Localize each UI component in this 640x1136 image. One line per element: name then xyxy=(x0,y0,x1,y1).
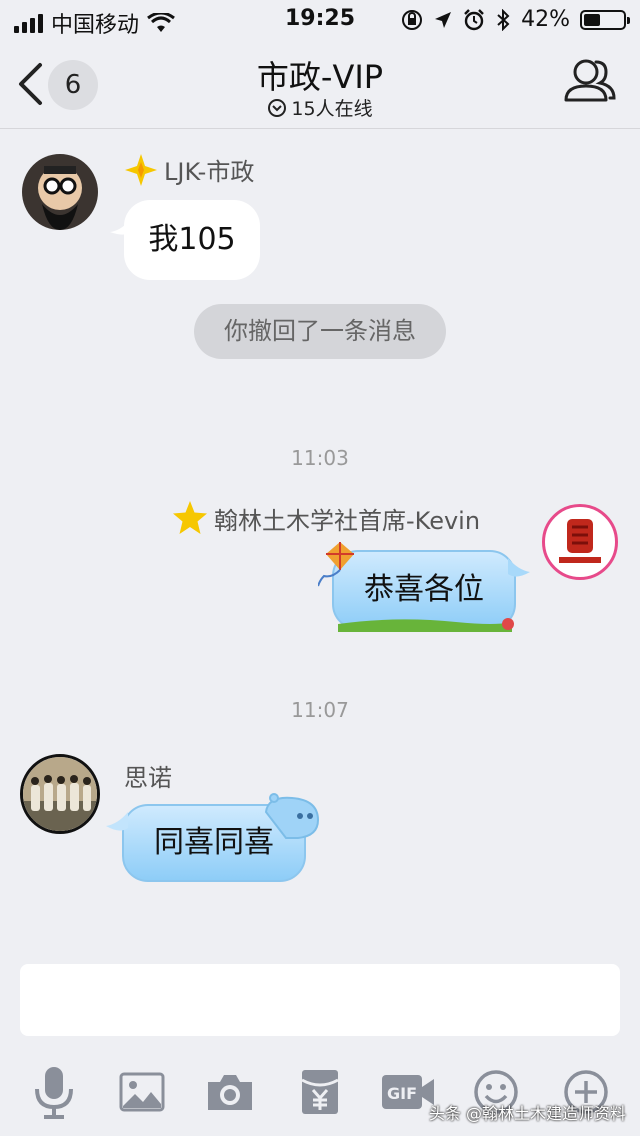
microphone-icon xyxy=(35,1067,73,1119)
location-icon xyxy=(435,11,452,28)
grass-decoration xyxy=(338,618,514,632)
gif-icon: GIF xyxy=(382,1075,434,1109)
image-icon xyxy=(119,1072,165,1112)
watermark: 头条 @翰林土木建造师资料 xyxy=(428,1104,626,1123)
message-text: 同喜同喜 xyxy=(154,825,274,860)
chevron-down-circle-icon xyxy=(268,98,287,117)
bluetooth-icon xyxy=(497,8,510,31)
timestamp: 11:03 xyxy=(291,446,349,470)
battery-fill xyxy=(584,13,600,26)
camera-icon xyxy=(208,1075,252,1110)
online-status[interactable]: 15人在线 xyxy=(0,94,640,121)
avatar[interactable] xyxy=(22,154,98,230)
message-bubble[interactable]: 我105 xyxy=(124,200,260,280)
sender-name: 思诺 xyxy=(124,764,172,792)
bubble-tail xyxy=(110,214,134,235)
chat-header: 6 市政-VIP 15人在线 xyxy=(0,40,640,129)
system-message: 你撤回了一条消息 xyxy=(194,304,446,359)
message-input[interactable] xyxy=(20,964,620,1036)
message-text: 我105 xyxy=(148,222,236,257)
page-title[interactable]: 市政-VIP xyxy=(0,52,640,98)
svg-text:GIF: GIF xyxy=(387,1084,417,1103)
battery-icon xyxy=(580,9,630,30)
group-members-button[interactable] xyxy=(564,56,616,108)
bubble-tail xyxy=(106,812,128,831)
message-text: 恭喜各位 xyxy=(364,572,484,607)
red-packet-icon xyxy=(301,1070,339,1114)
avatar[interactable] xyxy=(542,504,618,580)
battery-percent: 42% xyxy=(521,7,570,32)
sender-name: LJK-市政 xyxy=(124,152,254,187)
bubble-tail xyxy=(508,558,530,577)
status-bar: 中国移动 19:25 42% xyxy=(0,0,640,40)
star-badge-icon xyxy=(125,153,157,186)
hippo-decoration-icon xyxy=(264,793,320,839)
timestamp: 11:07 xyxy=(291,698,349,722)
online-count: 15人在线 xyxy=(291,98,373,120)
rotation-lock-icon xyxy=(402,9,423,30)
sender-name: 翰林土木学社首席-Kevin xyxy=(172,500,480,536)
red-packet-button[interactable] xyxy=(290,1062,350,1122)
group-icon xyxy=(564,59,616,102)
kite-decoration-icon xyxy=(318,542,354,587)
avatar[interactable] xyxy=(20,754,100,834)
voice-button[interactable] xyxy=(24,1062,84,1122)
star-badge-icon xyxy=(173,501,207,534)
camera-button[interactable] xyxy=(200,1062,260,1122)
alarm-icon xyxy=(464,8,484,30)
photo-button[interactable] xyxy=(112,1062,172,1122)
